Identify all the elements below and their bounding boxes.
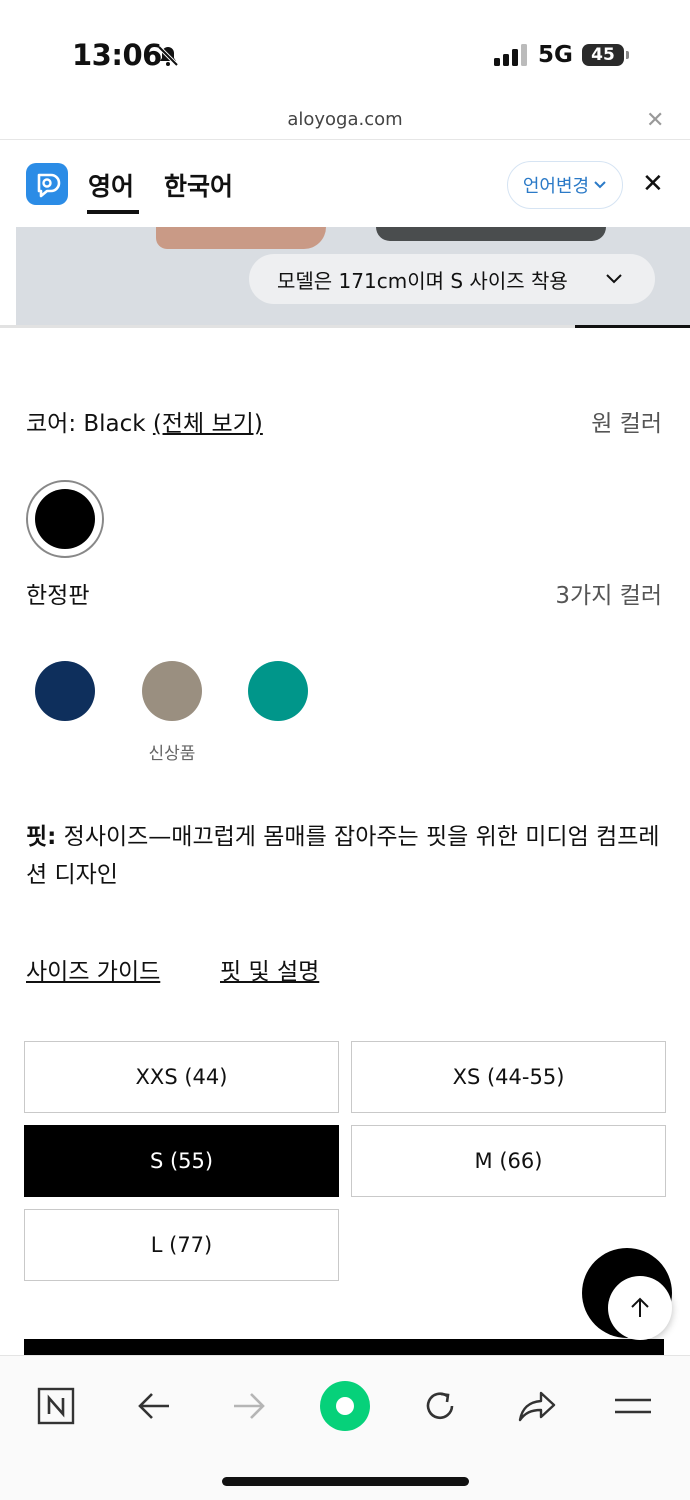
- battery-icon: 45: [582, 44, 624, 66]
- swatch-teal[interactable]: [248, 661, 308, 721]
- menu-button[interactable]: [603, 1380, 663, 1432]
- size-button-m[interactable]: M (66): [351, 1125, 666, 1197]
- core-color-label: 코어: Black (전체 보기): [26, 404, 263, 438]
- image-progress-indicator: [575, 325, 690, 328]
- bell-muted-icon: [157, 45, 179, 67]
- size-guide-link[interactable]: 사이즈 가이드: [26, 952, 160, 986]
- change-language-label: 언어변경: [522, 176, 590, 197]
- view-all-link[interactable]: (전체 보기): [153, 411, 263, 437]
- fit-description: 핏: 정사이즈—매끄럽게 몸매를 잡아주는 핏을 위한 미디엄 컴프레션 디자인: [26, 818, 666, 894]
- home-indicator: [222, 1477, 469, 1486]
- share-button[interactable]: [507, 1380, 567, 1432]
- hamburger-menu-icon: [615, 1398, 651, 1414]
- arrow-left-icon: [138, 1393, 169, 1419]
- url-text[interactable]: aloyoga.com: [0, 109, 690, 130]
- product-photo-hand: [156, 227, 326, 249]
- model-info-text: 모델은 171cm이며 S 사이즈 착용: [277, 268, 568, 293]
- battery-cap: [626, 51, 629, 59]
- translator-logo-icon: [26, 163, 68, 205]
- translation-bar: 영어 한국어 언어변경 ✕: [0, 141, 690, 227]
- cellular-signal-icon: [494, 44, 527, 66]
- active-tab-underline: [87, 210, 139, 214]
- limited-color-count: 3가지 컬러: [555, 583, 662, 609]
- share-icon: [518, 1391, 556, 1422]
- size-button-xs[interactable]: XS (44-55): [351, 1041, 666, 1113]
- swatch-black[interactable]: [35, 489, 95, 549]
- tab-korean[interactable]: 한국어: [164, 167, 233, 203]
- fit-details-link[interactable]: 핏 및 설명: [220, 952, 319, 986]
- chevron-down-icon: [594, 181, 606, 189]
- naver-home-button[interactable]: [26, 1380, 86, 1432]
- status-bar: 13:06 5G 45: [0, 0, 690, 100]
- model-info-dropdown[interactable]: 모델은 171cm이며 S 사이즈 착용: [249, 254, 655, 304]
- green-dot-icon: [320, 1381, 370, 1431]
- new-badge: 신상품: [148, 744, 196, 764]
- change-language-button[interactable]: 언어변경: [507, 161, 623, 209]
- core-color-count: 원 컬러: [591, 411, 662, 437]
- network-type: 5G: [538, 42, 573, 68]
- swatch-navy[interactable]: [35, 661, 95, 721]
- fit-text: 정사이즈—매끄럽게 몸매를 잡아주는 핏을 위한 미디엄 컴프레션 디자인: [26, 824, 660, 888]
- forward-button[interactable]: [219, 1380, 279, 1432]
- product-image[interactable]: 모델은 171cm이며 S 사이즈 착용: [16, 227, 690, 327]
- tab-english[interactable]: 영어: [88, 167, 134, 203]
- core-color-text: 코어: Black: [26, 411, 153, 437]
- product-photo-garment: [376, 227, 606, 241]
- size-button-xxs[interactable]: XXS (44): [24, 1041, 339, 1113]
- refresh-icon: [426, 1392, 454, 1420]
- swatch-taupe[interactable]: [142, 661, 202, 721]
- arrow-right-icon: [234, 1393, 265, 1419]
- url-close-icon[interactable]: ✕: [646, 108, 664, 133]
- green-dot-button[interactable]: [315, 1380, 375, 1432]
- arrow-up-icon: [631, 1297, 649, 1317]
- status-time: 13:06: [72, 38, 162, 72]
- translator-close-icon[interactable]: ✕: [642, 169, 664, 199]
- chevron-down-icon: [606, 274, 622, 284]
- size-button-l[interactable]: L (77): [24, 1209, 339, 1281]
- limited-edition-label: 한정판: [26, 583, 90, 609]
- naver-n-icon: [37, 1387, 75, 1425]
- back-button[interactable]: [124, 1380, 184, 1432]
- refresh-button[interactable]: [410, 1380, 470, 1432]
- scroll-to-top-button[interactable]: [608, 1276, 672, 1340]
- fit-label: 핏:: [26, 824, 57, 850]
- browser-url-bar[interactable]: aloyoga.com ✕: [0, 100, 690, 140]
- size-button-s[interactable]: S (55): [24, 1125, 339, 1197]
